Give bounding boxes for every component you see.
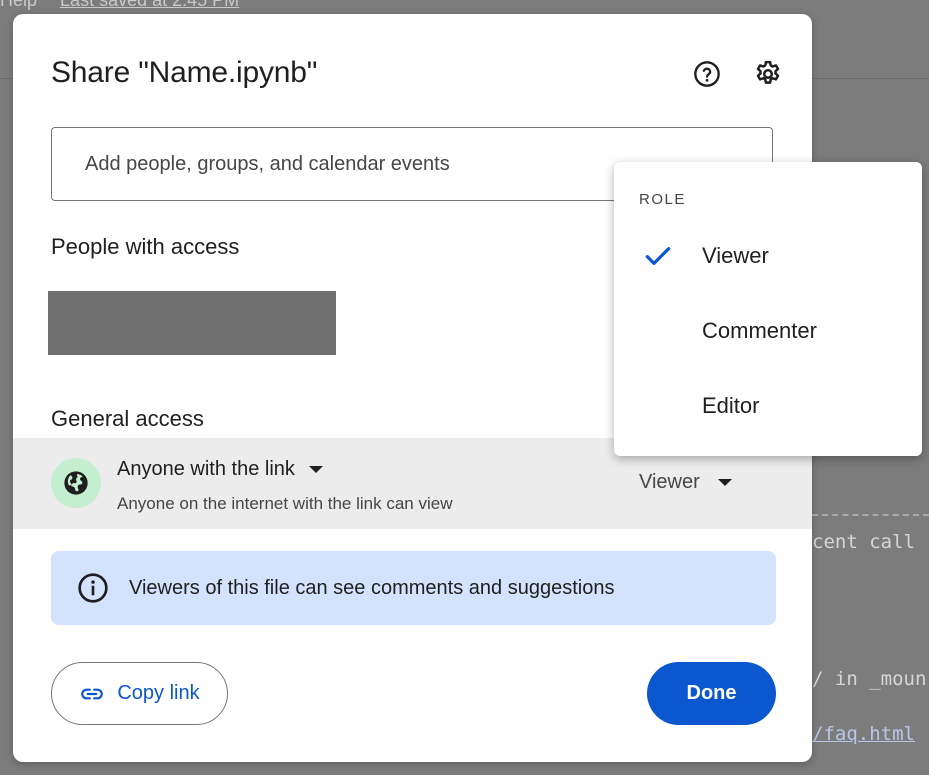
settings-button[interactable]: [752, 58, 784, 90]
role-menu-item-label: Viewer: [702, 243, 769, 268]
info-icon: [78, 573, 108, 603]
copy-link-label: Copy link: [117, 682, 200, 704]
background-menubar: Help Last saved at 2:45 PM: [0, 0, 929, 14]
role-menu-item-label: Editor: [702, 393, 760, 418]
role-menu: ROLE Viewer Commenter Editor: [614, 162, 922, 456]
gear-icon: [756, 60, 780, 84]
role-dropdown[interactable]: Viewer: [639, 471, 732, 494]
done-button[interactable]: Done: [647, 662, 776, 725]
role-menu-item-viewer[interactable]: Viewer: [614, 226, 922, 286]
role-menu-item-commenter[interactable]: Commenter: [614, 301, 922, 361]
add-people-input[interactable]: [83, 151, 607, 177]
general-access-heading: General access: [51, 406, 204, 431]
background-last-saved: Last saved at 2:45 PM: [60, 0, 240, 10]
background-code-line: / in _moun: [812, 668, 927, 690]
help-circle-icon: [694, 61, 720, 87]
background-dashed-line: [812, 514, 929, 516]
dialog-title: Share "Name.ipynb": [51, 56, 318, 89]
role-dropdown-label: Viewer: [639, 471, 700, 493]
redacted-person-entry: [48, 291, 336, 355]
link-access-description: Anyone on the internet with the link can…: [117, 494, 453, 513]
background-menu-help: Help: [0, 0, 38, 10]
checkmark-icon: [645, 247, 671, 265]
copy-link-button[interactable]: Copy link: [51, 662, 228, 725]
role-menu-header: ROLE: [639, 191, 686, 208]
globe-icon: [64, 471, 88, 495]
help-button[interactable]: [691, 58, 723, 90]
background-code-link: /faq.html: [812, 723, 915, 745]
caret-down-icon: [717, 479, 732, 486]
role-menu-item-editor[interactable]: Editor: [614, 376, 922, 436]
link-access-dropdown[interactable]: Anyone with the link: [117, 458, 323, 481]
link-access-label: Anyone with the link: [117, 458, 295, 480]
background-code-line: cent call: [812, 531, 915, 553]
link-icon: [81, 688, 104, 699]
caret-down-icon: [308, 466, 323, 473]
info-banner: Viewers of this file can see comments an…: [51, 551, 776, 625]
role-menu-item-label: Commenter: [702, 318, 817, 343]
globe-badge: [51, 458, 101, 508]
people-with-access-heading: People with access: [51, 234, 240, 259]
info-banner-text: Viewers of this file can see comments an…: [129, 576, 615, 599]
